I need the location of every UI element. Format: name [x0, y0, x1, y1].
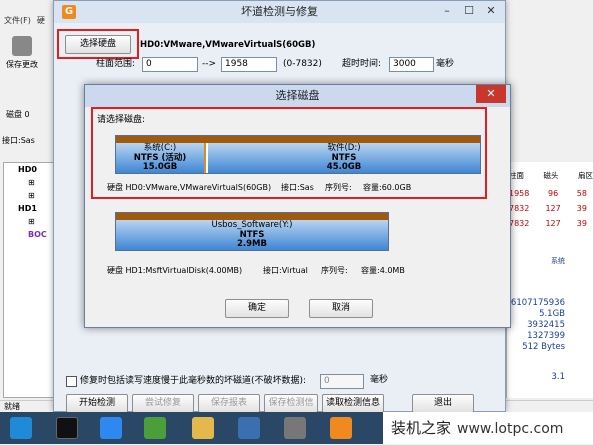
branding: 装机之家 www.lotpc.com: [383, 412, 593, 444]
disk-label: 磁盘 0: [6, 110, 30, 119]
select-disk-dialog: 选择磁盘 ✕ 请选择磁盘: 系统(C:) NTFS (活动) 15.0GB 软件…: [84, 84, 511, 328]
selected-disk-name: HD0:VMware,VMwareVirtualS(60GB): [140, 40, 316, 50]
select-dialog-titlebar[interactable]: 选择磁盘 ✕: [85, 85, 510, 107]
partition-y[interactable]: Usbos_Software(Y:) NTFS 2.9MB: [116, 220, 388, 250]
timeout-unit: 毫秒: [436, 59, 455, 69]
timeout-input[interactable]: 3000: [389, 57, 434, 72]
repair-slow-input[interactable]: 0: [320, 374, 364, 389]
disk0-stripe: [116, 136, 480, 143]
repair-slow-checkbox[interactable]: [66, 376, 77, 387]
close-icon[interactable]: ✕: [481, 3, 501, 19]
menu-file[interactable]: 文件(F): [4, 16, 31, 25]
partition-c[interactable]: 系统(C:) NTFS (活动) 15.0GB: [116, 143, 206, 173]
disk-icon[interactable]: [284, 417, 306, 439]
disk-params-panel: 柱面 磁头 扇区 1958 96 58 7832 127 39 7832 127 39 系统 6…: [506, 162, 593, 398]
start-check-button[interactable]: 开始检测: [66, 394, 128, 413]
folder-icon[interactable]: [192, 417, 214, 439]
range-total: (0-7832): [283, 59, 322, 69]
tree-item[interactable]: HD1: [4, 202, 60, 215]
select-prompt: 请选择磁盘:: [97, 115, 146, 125]
range-label: 柱面范围:: [96, 59, 136, 69]
app-icon-blue[interactable]: [100, 417, 122, 439]
disk1-stripe: [116, 213, 388, 220]
disk0-capacity: 容量:60.0GB: [363, 183, 412, 192]
tree-item[interactable]: HD0: [4, 163, 60, 176]
disk0-bar[interactable]: 系统(C:) NTFS (活动) 15.0GB 软件(D:) NTFS 45.0…: [115, 135, 481, 174]
disk1-info: 硬盘 HD1:MsftVirtualDisk(4.00MB): [107, 266, 243, 275]
cancel-button[interactable]: 取消: [309, 299, 373, 318]
ok-button[interactable]: 确定: [225, 299, 289, 318]
select-disk-button[interactable]: 选择硬盘: [65, 35, 131, 54]
save-changes-label: 保存更改: [6, 60, 38, 69]
disk0-serial: 序列号:: [325, 183, 352, 192]
dialog-titlebar[interactable]: G 坏道检测与修复 – ☐ ✕: [54, 1, 505, 23]
menu-disk[interactable]: 硬: [37, 16, 45, 25]
brand-url: www.lotpc.com: [457, 421, 564, 437]
close-icon[interactable]: ✕: [476, 85, 506, 103]
disk1-port: 接口:Virtual: [263, 266, 308, 275]
tree-item[interactable]: BOC: [4, 228, 60, 241]
timeout-label: 超时时间:: [342, 59, 382, 69]
range-arrow: -->: [202, 59, 217, 69]
disk1-serial: 序列号:: [321, 266, 348, 275]
iface-label: 接口:Sas: [2, 136, 35, 145]
exit-button[interactable]: 退出: [412, 394, 474, 413]
repair-slow-unit: 毫秒: [370, 375, 389, 385]
read-info-button[interactable]: 读取检测信息: [322, 394, 384, 413]
monitor-icon[interactable]: [238, 417, 260, 439]
save-icon[interactable]: [12, 36, 32, 56]
minimize-icon[interactable]: –: [437, 3, 457, 19]
try-repair-button[interactable]: 尝试修复: [132, 394, 194, 413]
partition-d[interactable]: 软件(D:) NTFS 45.0GB: [208, 143, 480, 173]
range-end-input[interactable]: 1958: [221, 57, 277, 72]
disk0-port: 接口:Sas: [281, 183, 314, 192]
windows-start-icon[interactable]: [10, 417, 32, 439]
save-report-button[interactable]: 保存报表: [198, 394, 260, 413]
diskgenius-icon[interactable]: [330, 417, 352, 439]
save-info-button[interactable]: 保存检测信息: [264, 394, 318, 425]
disk1-bar[interactable]: Usbos_Software(Y:) NTFS 2.9MB: [115, 212, 389, 251]
brand-text: 装机之家: [391, 419, 452, 437]
repair-slow-label: 修复时包括读写速度慢于此毫秒数的坏磁道(不破坏数据):: [80, 376, 307, 386]
maximize-icon[interactable]: ☐: [459, 3, 479, 19]
disk1-capacity: 容量:4.0MB: [361, 266, 405, 275]
range-start-input[interactable]: 0: [142, 57, 198, 72]
cmd-icon[interactable]: [56, 417, 78, 439]
disk0-info: 硬盘 HD0:VMware,VMwareVirtualS(60GB): [107, 183, 272, 192]
app-icon-green[interactable]: [144, 417, 166, 439]
select-dialog-title: 选择磁盘: [275, 89, 320, 102]
